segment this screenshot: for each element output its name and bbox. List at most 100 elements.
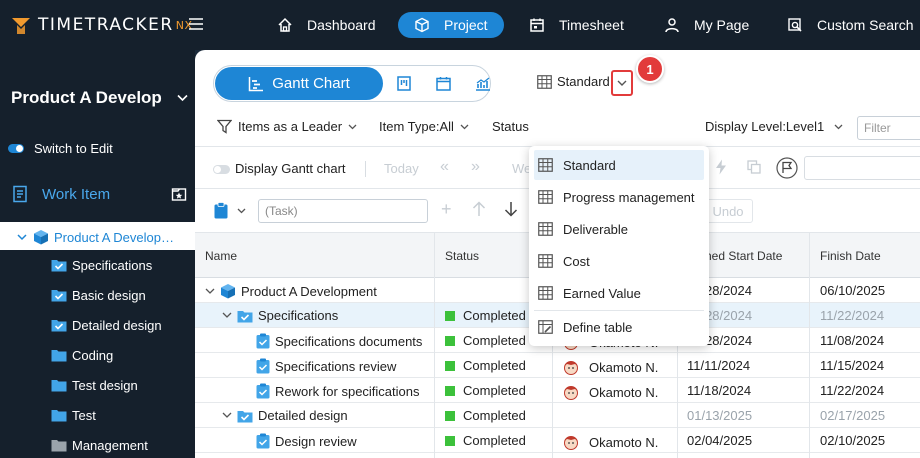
today-button[interactable]: Today — [384, 161, 419, 176]
table-row[interactable]: Specifications review Completed Okamoto … — [195, 353, 920, 378]
table-select[interactable]: Standard — [537, 74, 610, 89]
table-row[interactable]: Rework for specifications Completed Okam… — [195, 378, 920, 403]
top-bar: TIMETRACKER NX Dashboard Project Timeshe… — [0, 0, 920, 50]
display-gantt-toggle[interactable] — [213, 165, 230, 174]
brand-name: TIMETRACKER — [38, 15, 174, 35]
avatar — [564, 436, 578, 450]
calendar-view-icon[interactable] — [436, 76, 451, 91]
row-name: Detailed design — [258, 408, 348, 423]
sidebar-item-label: Coding — [72, 347, 114, 363]
favorite-folder-icon[interactable] — [171, 186, 187, 202]
chevron-down-icon[interactable] — [177, 94, 188, 102]
flag-icon[interactable] — [776, 157, 798, 179]
menu-item-deliverable[interactable]: Deliverable — [534, 214, 704, 244]
nav-my-page[interactable]: My Page — [664, 12, 749, 38]
lightning-icon[interactable] — [715, 159, 727, 175]
status-indicator — [445, 435, 455, 446]
folder-icon — [51, 380, 67, 392]
chevron-down-icon[interactable] — [17, 233, 27, 241]
avatar — [564, 361, 578, 375]
sidebar-item-label: Specifications — [72, 257, 153, 273]
table-row[interactable]: Detailed design Completed 01/13/2025 02/… — [195, 403, 920, 428]
column-header-status[interactable]: Status — [445, 249, 479, 263]
row-name: Specifications review — [275, 358, 397, 374]
arrow-down-icon[interactable] — [504, 201, 518, 217]
task-icon — [256, 358, 270, 374]
chart-view-icon[interactable] — [475, 76, 491, 91]
sidebar-item-coding[interactable]: Coding — [51, 346, 113, 364]
column-header-finish[interactable]: Finish Date — [820, 249, 881, 263]
arrow-up-icon[interactable] — [472, 201, 486, 217]
filter-input[interactable]: Filter — [857, 116, 920, 140]
row-status: Completed — [463, 308, 526, 323]
status-filter-label: Status — [492, 119, 529, 134]
tree-root-item[interactable]: Product A Develop… — [17, 229, 174, 245]
item-type-filter[interactable]: Item Type:All — [379, 119, 469, 134]
sidebar-item-management[interactable]: Management — [51, 436, 148, 454]
menu-item-standard[interactable]: Standard — [534, 150, 704, 180]
nav-dashboard[interactable]: Dashboard — [277, 12, 376, 38]
brand-logo[interactable]: TIMETRACKER NX — [10, 14, 192, 36]
task-name-input[interactable]: (Task) — [258, 199, 428, 223]
cube-icon — [414, 17, 444, 33]
status-filter[interactable]: Status — [492, 119, 529, 134]
project-title[interactable]: Product A Develop — [11, 88, 162, 108]
nav-my-page-label: My Page — [694, 17, 750, 33]
filter-bar: Items as a Leader Item Type:All Status D… — [195, 112, 920, 142]
table-row[interactable]: Design review Completed Okamoto N. 02/04… — [195, 428, 920, 453]
sidebar-item-label: Management — [72, 437, 148, 453]
nav-custom-search[interactable]: Custom Search — [787, 12, 913, 38]
folder-check-icon — [237, 410, 253, 422]
clipboard-icon[interactable] — [214, 202, 228, 219]
add-icon[interactable]: + — [441, 199, 452, 220]
sidebar-item-test[interactable]: Test — [51, 406, 96, 424]
chevron-down-icon[interactable] — [222, 412, 232, 419]
search-field[interactable] — [804, 156, 920, 180]
double-chevron-right-icon[interactable]: » — [471, 158, 480, 176]
column-header-planned-start[interactable]: ned Start Date — [705, 249, 782, 263]
cube-icon — [221, 284, 235, 299]
nav-timesheet[interactable]: Timesheet — [529, 12, 624, 38]
nav-project[interactable]: Project — [398, 12, 504, 38]
row-finish: 02/10/2025 — [820, 433, 886, 448]
view-switcher: Gantt Chart — [213, 65, 491, 102]
display-level-filter[interactable]: Display Level:Level1 — [705, 119, 843, 134]
chevron-down-icon[interactable] — [222, 312, 232, 319]
folder-check-icon — [237, 310, 253, 322]
leader-filter[interactable]: Items as a Leader — [217, 119, 357, 134]
gantt-chart-label: Gantt Chart — [272, 75, 350, 92]
row-assignee: Okamoto N. — [589, 359, 659, 375]
row-status: Completed — [463, 433, 526, 448]
menu-icon[interactable] — [189, 17, 203, 31]
switch-to-edit-toggle[interactable]: Switch to Edit — [8, 141, 113, 156]
sidebar-item-label: Test — [72, 407, 96, 423]
chevron-down-icon[interactable] — [237, 208, 246, 214]
sidebar-item-test-design[interactable]: Test design — [51, 376, 138, 394]
column-header-name[interactable]: Name — [205, 249, 237, 263]
table-select-dropdown-button[interactable] — [611, 70, 633, 96]
menu-item-progress-management[interactable]: Progress management — [534, 182, 704, 212]
toggle-switch[interactable] — [8, 144, 24, 153]
switch-to-edit-label: Switch to Edit — [34, 141, 113, 156]
row-status: Completed — [463, 333, 526, 348]
menu-item-define-table[interactable]: Define table — [534, 312, 704, 342]
calendar-icon — [529, 17, 559, 33]
row-name: Specifications documents — [275, 333, 423, 349]
sidebar-item-basic-design[interactable]: Basic design — [51, 286, 146, 304]
chevron-down-icon[interactable] — [205, 288, 215, 295]
menu-item-cost[interactable]: Cost — [534, 246, 704, 276]
menu-item-label: Progress management — [563, 189, 695, 205]
board-view-icon[interactable] — [397, 76, 411, 91]
row-start: 02/04/2025 — [687, 433, 753, 448]
sidebar-item-specifications[interactable]: Specifications — [51, 256, 152, 274]
nav-project-label: Project — [444, 17, 488, 33]
menu-item-earned-value[interactable]: Earned Value — [534, 278, 704, 308]
double-chevron-left-icon[interactable]: « — [440, 158, 449, 176]
table-icon — [538, 222, 553, 236]
undo-button[interactable]: Undo — [703, 199, 753, 223]
copy-icon[interactable] — [747, 160, 761, 174]
menu-item-label: Deliverable — [563, 221, 629, 237]
gantt-chart-button[interactable]: Gantt Chart — [215, 67, 383, 100]
work-item-section[interactable]: Work Item — [12, 185, 110, 203]
sidebar-item-detailed-design[interactable]: Detailed design — [51, 316, 162, 334]
